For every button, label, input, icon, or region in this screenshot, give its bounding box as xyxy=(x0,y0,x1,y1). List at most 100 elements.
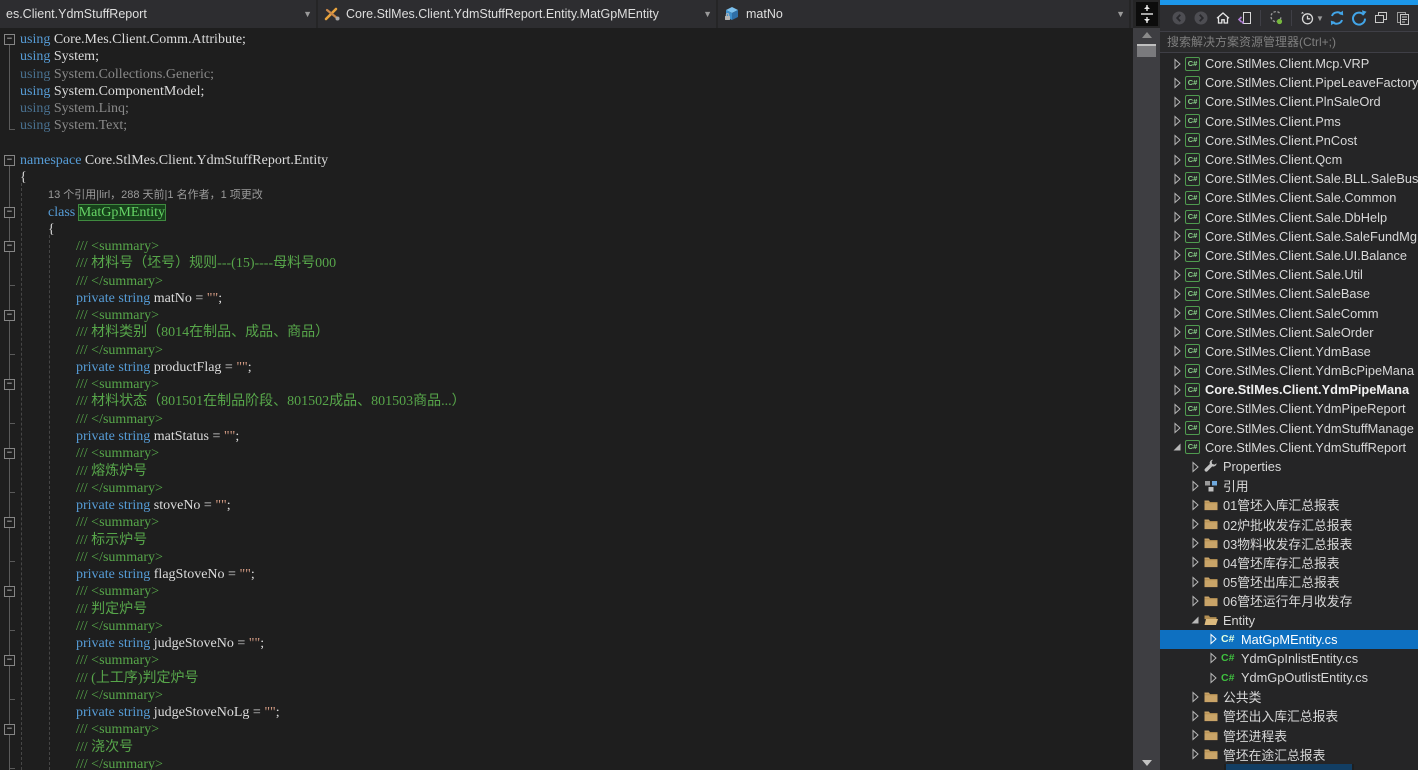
tree-item[interactable]: C#Core.StlMes.Client.Sale.UI.Balance xyxy=(1160,246,1418,265)
expand-arrow[interactable] xyxy=(1206,670,1221,686)
tree-item[interactable]: 04管坯库存汇总报表 xyxy=(1160,553,1418,572)
editor-vertical-scrollbar[interactable] xyxy=(1133,28,1160,770)
tree-item[interactable]: 05管坯出库汇总报表 xyxy=(1160,572,1418,591)
tree-item[interactable]: 引用 xyxy=(1160,476,1418,495)
expand-arrow[interactable] xyxy=(1170,75,1185,91)
tree-item[interactable]: C#YdmGpInlistEntity.cs xyxy=(1160,649,1418,668)
tree-item[interactable]: Properties xyxy=(1160,457,1418,476)
fold-collapse-box[interactable]: − xyxy=(4,241,15,252)
tree-item[interactable]: 01管坯入库汇总报表 xyxy=(1160,495,1418,514)
scroll-up-button[interactable] xyxy=(1133,28,1160,42)
tree-item[interactable]: C#Core.StlMes.Client.YdmBase xyxy=(1160,342,1418,361)
expand-arrow[interactable] xyxy=(1188,497,1203,513)
tree-item[interactable]: C#Core.StlMes.Client.YdmPipeMana xyxy=(1160,380,1418,399)
fold-collapse-box[interactable]: − xyxy=(4,379,15,390)
expand-arrow[interactable] xyxy=(1170,228,1185,244)
tree-item[interactable]: C#Core.StlMes.Client.PipeLeaveFactory xyxy=(1160,73,1418,92)
expand-arrow[interactable] xyxy=(1170,190,1185,206)
split-editor-button[interactable] xyxy=(1136,2,1158,26)
sync-with-active-document-button[interactable] xyxy=(1234,7,1256,29)
expand-arrow[interactable] xyxy=(1188,746,1203,762)
expand-arrow[interactable] xyxy=(1188,689,1203,705)
tree-item[interactable]: C#Core.StlMes.Client.YdmBcPipeMana xyxy=(1160,361,1418,380)
expand-arrow[interactable] xyxy=(1188,574,1203,590)
expand-arrow[interactable] xyxy=(1188,727,1203,743)
type-dropdown[interactable]: Core.StlMes.Client.YdmStuffReport.Entity… xyxy=(318,0,718,28)
tree-item[interactable]: C#Core.StlMes.Client.PnCost xyxy=(1160,131,1418,150)
tree-item[interactable]: C#Core.StlMes.Client.Pms xyxy=(1160,112,1418,131)
expand-arrow[interactable] xyxy=(1170,363,1185,379)
bottom-tab-fragment-active[interactable] xyxy=(1226,764,1354,770)
tree-item[interactable]: C#Core.StlMes.Client.Sale.SaleFundMg xyxy=(1160,227,1418,246)
tree-item[interactable]: 02炉批收发存汇总报表 xyxy=(1160,515,1418,534)
fold-collapse-box[interactable]: − xyxy=(4,724,15,735)
expand-arrow[interactable] xyxy=(1170,113,1185,129)
tree-item[interactable]: C#YdmGpOutlistEntity.cs xyxy=(1160,668,1418,687)
fold-collapse-box[interactable]: − xyxy=(4,586,15,597)
solution-explorer-search-input[interactable]: 搜索解决方案资源管理器(Ctrl+;) xyxy=(1160,31,1418,53)
expand-arrow[interactable] xyxy=(1170,343,1185,359)
expand-arrow[interactable] xyxy=(1170,401,1185,417)
expand-arrow[interactable] xyxy=(1170,247,1185,263)
back-button[interactable] xyxy=(1168,7,1190,29)
fold-collapse-box[interactable]: − xyxy=(4,34,15,45)
collapse-all-button[interactable] xyxy=(1370,7,1392,29)
tree-item-selected[interactable]: C#MatGpMEntity.cs xyxy=(1160,630,1418,649)
tree-item[interactable]: C#Core.StlMes.Client.YdmStuffReport xyxy=(1160,438,1418,457)
tree-item[interactable]: C#Core.StlMes.Client.Sale.BLL.SaleBus xyxy=(1160,169,1418,188)
scroll-down-button[interactable] xyxy=(1133,756,1160,770)
expand-arrow[interactable] xyxy=(1188,459,1203,475)
sync-button[interactable] xyxy=(1326,7,1348,29)
forward-button[interactable] xyxy=(1190,7,1212,29)
expand-arrow[interactable] xyxy=(1170,152,1185,168)
expand-arrow[interactable] xyxy=(1188,554,1203,570)
tree-item[interactable]: C#Core.StlMes.Client.YdmStuffManage xyxy=(1160,419,1418,438)
tree-item[interactable]: 管坯进程表 xyxy=(1160,726,1418,745)
tree-item[interactable]: C#Core.StlMes.Client.Sale.Common xyxy=(1160,188,1418,207)
expand-arrow[interactable] xyxy=(1170,94,1185,110)
tree-item[interactable]: 06管坯运行年月收发存 xyxy=(1160,591,1418,610)
fold-collapse-box[interactable]: − xyxy=(4,310,15,321)
codelens-indicator[interactable]: 13 个引用|lirl，288 天前|1 名作者，1 项更改 xyxy=(0,186,1133,203)
tree-item[interactable]: 03物料收发存汇总报表 xyxy=(1160,534,1418,553)
expand-arrow[interactable] xyxy=(1170,56,1185,72)
tree-item[interactable]: Entity xyxy=(1160,610,1418,629)
tree-item[interactable]: C#Core.StlMes.Client.PlnSaleOrd xyxy=(1160,92,1418,111)
tree-item[interactable]: 公共类 xyxy=(1160,687,1418,706)
tree-item[interactable]: C#Core.StlMes.Client.Sale.Util xyxy=(1160,265,1418,284)
expand-arrow[interactable] xyxy=(1170,305,1185,321)
expand-arrow[interactable] xyxy=(1170,439,1185,455)
tree-item[interactable]: C#Core.StlMes.Client.Sale.DbHelp xyxy=(1160,208,1418,227)
expand-arrow[interactable] xyxy=(1206,631,1221,647)
tree-item[interactable]: 管坯在途汇总报表 xyxy=(1160,745,1418,764)
expand-arrow[interactable] xyxy=(1170,324,1185,340)
scrollbar-thumb[interactable] xyxy=(1137,44,1156,57)
expand-arrow[interactable] xyxy=(1170,267,1185,283)
show-all-files-button[interactable] xyxy=(1392,7,1414,29)
chevron-down-icon[interactable]: ▼ xyxy=(1316,14,1324,23)
fold-collapse-box[interactable]: − xyxy=(4,448,15,459)
fold-collapse-box[interactable]: − xyxy=(4,655,15,666)
expand-arrow[interactable] xyxy=(1170,209,1185,225)
expand-arrow[interactable] xyxy=(1188,535,1203,551)
tree-item[interactable]: C#Core.StlMes.Client.Mcp.VRP xyxy=(1160,54,1418,73)
expand-arrow[interactable] xyxy=(1188,478,1203,494)
tree-item[interactable]: C#Core.StlMes.Client.YdmPipeReport xyxy=(1160,399,1418,418)
tree-item[interactable]: C#Core.StlMes.Client.SaleComm xyxy=(1160,303,1418,322)
tree-item[interactable]: C#Core.StlMes.Client.SaleBase xyxy=(1160,284,1418,303)
home-button[interactable] xyxy=(1212,7,1234,29)
expand-arrow[interactable] xyxy=(1170,132,1185,148)
tree-item[interactable]: C#Core.StlMes.Client.SaleOrder xyxy=(1160,323,1418,342)
expand-arrow[interactable] xyxy=(1188,593,1203,609)
expand-arrow[interactable] xyxy=(1170,171,1185,187)
file-history-filter-button[interactable] xyxy=(1296,7,1318,29)
bottom-tab-fragment[interactable] xyxy=(1160,764,1226,770)
expand-arrow[interactable] xyxy=(1188,612,1203,628)
project-dropdown[interactable]: es.Client.YdmStuffReport ▼ xyxy=(0,0,318,28)
expand-arrow[interactable] xyxy=(1188,516,1203,532)
fold-collapse-box[interactable]: − xyxy=(4,207,15,218)
refresh-button[interactable] xyxy=(1348,7,1370,29)
expand-arrow[interactable] xyxy=(1170,382,1185,398)
fold-collapse-box[interactable]: − xyxy=(4,517,15,528)
expand-arrow[interactable] xyxy=(1170,420,1185,436)
